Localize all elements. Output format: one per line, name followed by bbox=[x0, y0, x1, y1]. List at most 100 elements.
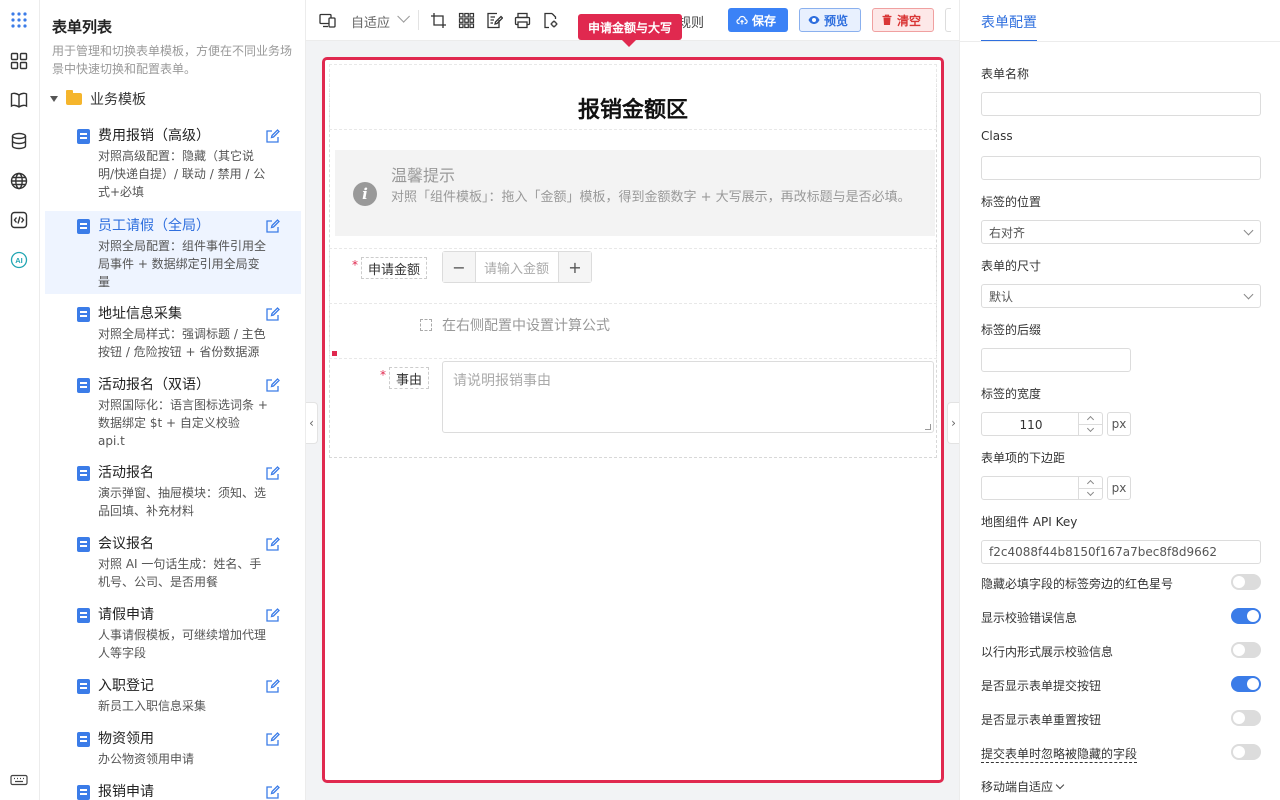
toggle-switch[interactable] bbox=[1231, 710, 1261, 726]
formula-row[interactable] bbox=[329, 303, 937, 359]
list-item[interactable]: 请假申请 人事请假模板，可继续增加代理人等字段 bbox=[45, 605, 301, 667]
number-spinner[interactable] bbox=[1078, 477, 1102, 499]
item-description: 对照国际化：语言图标选词条 + 数据绑定 $t + 自定义校验 api.t bbox=[98, 398, 268, 448]
drag-handle[interactable] bbox=[332, 351, 337, 356]
toggle-label: 以行内形式展示校验信息 bbox=[981, 645, 1114, 659]
reason-label: 事由 bbox=[389, 367, 430, 389]
edit-icon[interactable] bbox=[265, 377, 281, 393]
collapse-right-button[interactable]: › bbox=[947, 402, 959, 444]
list-item[interactable]: 会议报名 对照 AI 一句话生成：姓名、手机号、公司、是否用餐 bbox=[45, 534, 301, 596]
item-margin-input[interactable] bbox=[981, 476, 1103, 500]
toggle-switch[interactable] bbox=[1231, 744, 1261, 760]
chevron-down-icon bbox=[1243, 289, 1254, 300]
list-item[interactable]: 报销申请 bbox=[45, 782, 301, 800]
toggle-switch[interactable] bbox=[1231, 642, 1261, 658]
tab-form-config[interactable]: 表单配置 bbox=[981, 12, 1037, 42]
toggle-row: 提交表单时忽略被隐藏的字段 bbox=[981, 743, 1261, 763]
database-icon[interactable] bbox=[9, 131, 29, 151]
required-mark: * bbox=[352, 258, 358, 272]
clear-button[interactable]: 清空 bbox=[872, 8, 934, 32]
list-item[interactable]: 活动报名（双语） 对照国际化：语言图标选词条 + 数据绑定 $t + 自定义校验… bbox=[45, 375, 301, 455]
tab-divider bbox=[960, 41, 1280, 42]
list-item[interactable]: 活动报名 演示弹窗、抽屉模块：须知、选品回填、补充材料 bbox=[45, 463, 301, 525]
map-key-input[interactable]: f2c4088f44b8150f167a7bec8f8d9662 bbox=[981, 540, 1261, 564]
spin-down-icon[interactable] bbox=[1086, 424, 1095, 433]
preview-button[interactable]: 预览 bbox=[799, 8, 861, 32]
component-tooltip: 申请金额与大写 bbox=[578, 14, 683, 47]
form-list-panel: 表单列表 用于管理和切换表单模板，方便在不同业务场景中快速切换和配置表单。 业务… bbox=[40, 0, 306, 800]
minus-button[interactable]: − bbox=[443, 252, 475, 282]
toggle-switch[interactable] bbox=[1231, 608, 1261, 624]
form-name-input[interactable] bbox=[981, 92, 1261, 116]
document-icon bbox=[77, 679, 90, 694]
doc-settings-icon[interactable] bbox=[542, 12, 559, 29]
form-size-label: 表单的尺寸 bbox=[981, 259, 1042, 273]
label-suffix-label: 标签的后缀 bbox=[981, 323, 1042, 337]
form-canvas[interactable]: 报销金额区 i 温馨提示 对照「组件模板」：拖入「金额」模板，得到金额数字 + … bbox=[322, 57, 944, 783]
clear-label: 清空 bbox=[897, 13, 922, 28]
toolbar-divider bbox=[418, 10, 419, 30]
resize-grip-icon[interactable] bbox=[925, 424, 931, 430]
document-icon bbox=[77, 378, 90, 393]
class-input[interactable] bbox=[981, 156, 1261, 180]
toggle-row: 是否显示表单提交按钮 bbox=[981, 675, 1261, 695]
formula-placeholder-icon bbox=[420, 319, 432, 331]
eye-icon bbox=[808, 16, 820, 24]
reason-textarea[interactable]: 请说明报销事由 bbox=[442, 361, 934, 433]
item-description: 对照 AI 一句话生成：姓名、手机号、公司、是否用餐 bbox=[98, 557, 262, 589]
layout-select[interactable]: 自适应 bbox=[351, 12, 390, 31]
list-item-active[interactable]: 员工请假（全局） 对照全局配置：组件事件引用全局事件 + 数据绑定引用全局变量 bbox=[45, 211, 301, 294]
ai-icon[interactable]: AI bbox=[9, 250, 29, 270]
spin-up-icon[interactable] bbox=[1086, 415, 1095, 424]
code-icon[interactable] bbox=[9, 210, 29, 230]
globe-icon[interactable] bbox=[9, 171, 29, 191]
spin-up-icon[interactable] bbox=[1086, 479, 1095, 488]
note-edit-icon[interactable] bbox=[486, 12, 503, 29]
components-icon[interactable] bbox=[9, 51, 29, 71]
amount-stepper[interactable]: − 请输入金额 + bbox=[442, 251, 592, 283]
print-icon[interactable] bbox=[514, 12, 531, 29]
form-name-label: 表单名称 bbox=[981, 67, 1030, 81]
edit-icon[interactable] bbox=[265, 218, 281, 234]
chevron-left-icon: ‹ bbox=[309, 416, 314, 430]
save-button[interactable]: 保存 bbox=[728, 8, 788, 32]
edit-icon[interactable] bbox=[265, 731, 281, 747]
edit-icon[interactable] bbox=[265, 128, 281, 144]
toggle-label: 显示校验错误信息 bbox=[981, 611, 1078, 625]
edit-icon[interactable] bbox=[265, 607, 281, 623]
class-label: Class bbox=[981, 129, 1013, 143]
plus-button[interactable]: + bbox=[559, 252, 591, 282]
spin-down-icon[interactable] bbox=[1086, 488, 1095, 497]
edit-icon[interactable] bbox=[265, 465, 281, 481]
toggle-switch[interactable] bbox=[1231, 676, 1261, 692]
apps-grid-icon[interactable] bbox=[9, 10, 29, 30]
list-item[interactable]: 费用报销（高级） 对照高级配置：隐藏（其它说明/快递自提）/ 联动 / 禁用 /… bbox=[45, 126, 301, 206]
label-width-input[interactable]: 110 bbox=[981, 412, 1103, 436]
book-icon[interactable] bbox=[9, 90, 29, 110]
grid-icon[interactable] bbox=[458, 12, 475, 29]
toggle-switch[interactable] bbox=[1231, 574, 1261, 590]
list-item[interactable]: 入职登记 新员工入职信息采集 bbox=[45, 676, 301, 720]
keyboard-icon[interactable] bbox=[9, 770, 29, 790]
list-item[interactable]: 物资领用 办公物资领用申请 bbox=[45, 729, 301, 773]
form-size-select[interactable]: 默认 bbox=[981, 284, 1261, 308]
collapse-left-button[interactable]: ‹ bbox=[306, 402, 318, 444]
toolbar-overflow-button[interactable] bbox=[945, 8, 951, 32]
crop-icon[interactable] bbox=[430, 12, 447, 29]
list-item[interactable]: 地址信息采集 对照全局样式：强调标题 / 主色按钮 / 危险按钮 + 省份数据源 bbox=[45, 304, 301, 366]
label-suffix-input[interactable] bbox=[981, 348, 1131, 372]
edit-icon[interactable] bbox=[265, 678, 281, 694]
label-position-select[interactable]: 右对齐 bbox=[981, 220, 1261, 244]
edit-icon[interactable] bbox=[265, 784, 281, 800]
mobile-adapt-section[interactable]: 移动端自适应 bbox=[981, 778, 1065, 795]
edit-icon[interactable] bbox=[265, 536, 281, 552]
toggle-row: 以行内形式展示校验信息 bbox=[981, 641, 1261, 661]
folder-icon bbox=[66, 90, 82, 105]
label-position-value: 右对齐 bbox=[989, 225, 1026, 240]
number-spinner[interactable] bbox=[1078, 413, 1102, 435]
edit-icon[interactable] bbox=[265, 306, 281, 322]
folder-label: 业务模板 bbox=[90, 92, 146, 108]
folder-business-templates[interactable]: 业务模板 bbox=[50, 89, 146, 109]
device-icon[interactable] bbox=[319, 12, 336, 29]
amount-input[interactable]: 请输入金额 bbox=[475, 252, 559, 282]
